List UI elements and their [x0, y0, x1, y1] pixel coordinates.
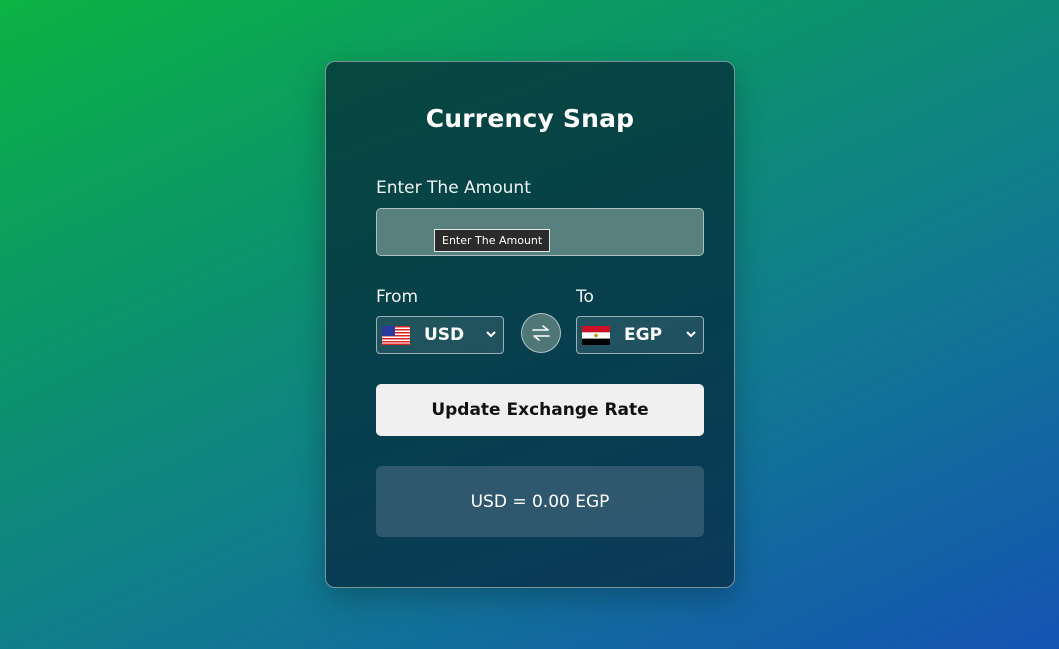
to-label: To — [576, 287, 594, 307]
swap-currencies-button[interactable] — [521, 313, 561, 353]
egypt-flag-icon — [582, 326, 610, 345]
us-flag-icon — [382, 326, 410, 345]
amount-label: Enter The Amount — [376, 178, 531, 198]
from-currency-select[interactable]: USD — [376, 316, 504, 354]
converter-card: Currency Snap Enter The Amount Enter The… — [325, 61, 735, 588]
from-currency-code: USD — [424, 325, 465, 345]
update-exchange-rate-button[interactable]: Update Exchange Rate — [376, 384, 704, 436]
chevron-down-icon — [486, 331, 496, 338]
app-title: Currency Snap — [425, 104, 635, 133]
amount-tooltip: Enter The Amount — [434, 229, 551, 252]
to-currency-select[interactable]: EGP — [576, 316, 704, 354]
to-currency-code: EGP — [624, 325, 663, 345]
swap-arrows-icon — [532, 325, 550, 341]
chevron-down-icon — [686, 331, 696, 338]
exchange-result-text: USD = 0.00 EGP — [470, 491, 610, 512]
from-label: From — [376, 287, 419, 307]
exchange-result: USD = 0.00 EGP — [376, 466, 704, 537]
